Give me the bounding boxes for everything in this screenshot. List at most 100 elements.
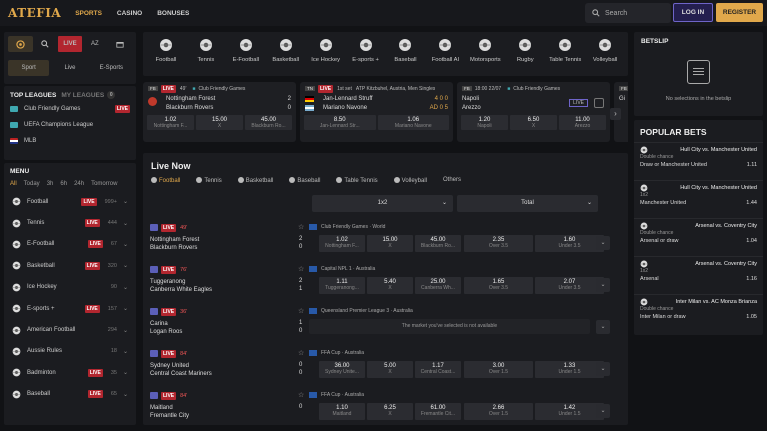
sport-bar-item[interactable]: Rugby bbox=[505, 38, 545, 76]
odd-button[interactable]: 15.00 X bbox=[196, 115, 243, 130]
quick-live-button[interactable]: LIVE bbox=[57, 36, 83, 52]
filter-3h[interactable]: 3h bbox=[47, 181, 54, 187]
top-leagues-title[interactable]: TOP LEAGUES bbox=[10, 92, 56, 99]
sport-menu-item[interactable]: E-sports + LIVE 157 ⌄ bbox=[4, 298, 136, 319]
live-filter-tab[interactable]: Volleyball bbox=[393, 177, 435, 184]
more-markets-button[interactable]: ⌄ bbox=[596, 278, 610, 292]
quick-promo-button[interactable] bbox=[107, 36, 132, 52]
odd-button[interactable]: 11.00 Arezzo bbox=[559, 115, 606, 130]
nav-sports[interactable]: SPORTS bbox=[75, 10, 102, 17]
total-odd-button[interactable]: 2.35 Over 3.5 bbox=[464, 235, 533, 252]
home-button[interactable] bbox=[8, 36, 33, 52]
popular-bet-item[interactable]: Hull City vs. Manchester United Double ch… bbox=[634, 142, 763, 180]
filter-all[interactable]: All bbox=[10, 181, 17, 187]
featured-card[interactable]: TN LIVE 1st set ATP Kitzbuhel, Austria, Men… bbox=[300, 82, 453, 142]
more-markets-button[interactable]: ⌄ bbox=[596, 404, 610, 418]
sport-bar-item[interactable]: Baseball bbox=[386, 38, 426, 76]
sport-menu-item[interactable]: Badminton LIVE 35 ⌄ bbox=[4, 362, 136, 383]
live-filter-tab[interactable]: Table Tennis bbox=[336, 177, 385, 184]
nav-casino[interactable]: CASINO bbox=[117, 10, 142, 17]
favorite-star-icon[interactable]: ☆ bbox=[298, 391, 304, 399]
live-filter-tab[interactable]: Football bbox=[151, 177, 188, 184]
odd-button[interactable]: 6.50 X bbox=[510, 115, 557, 130]
odd-button[interactable]: 1.11 Tuggeranong... bbox=[319, 277, 365, 294]
favorite-star-icon[interactable]: ☆ bbox=[298, 265, 304, 273]
sport-bar-item[interactable]: Ice Hockey bbox=[306, 38, 346, 76]
odd-button[interactable]: 1.17 Central Coast... bbox=[415, 361, 461, 378]
stats-icon[interactable] bbox=[594, 98, 604, 108]
tab-esports[interactable]: E-Sports bbox=[91, 60, 132, 76]
live-filter-tab[interactable]: Tennis bbox=[196, 177, 229, 184]
live-filter-tab[interactable]: Baseball bbox=[289, 177, 328, 184]
league-item[interactable]: UEFA Champions League bbox=[4, 117, 136, 133]
live-toggle[interactable]: LIVE bbox=[569, 99, 588, 107]
total-odd-button[interactable]: 2.07 Under 3.5 bbox=[535, 277, 604, 294]
filter-6h[interactable]: 6h bbox=[60, 181, 67, 187]
sport-bar-item[interactable]: E-sports + bbox=[346, 38, 386, 76]
site-logo[interactable]: ATEFIA bbox=[8, 6, 61, 20]
league-item[interactable]: MLB bbox=[4, 133, 136, 149]
filter-24h[interactable]: 24h bbox=[74, 181, 84, 187]
total-odd-button[interactable]: 1.33 Under 1.5 bbox=[535, 361, 604, 378]
popular-bet-item[interactable]: Arsenal vs. Coventry City 1x2 Arsenal 1.16 bbox=[634, 256, 763, 294]
sport-menu-item[interactable]: E-Football LIVE 67 ⌄ bbox=[4, 234, 136, 255]
sport-bar-item[interactable]: Basketball bbox=[266, 38, 306, 76]
favorite-star-icon[interactable]: ☆ bbox=[298, 349, 304, 357]
featured-card[interactable]: FB 18:00 22/07 ■ Club Friendly Games Napoli… bbox=[457, 82, 610, 142]
odd-button[interactable]: 45.00 Blackburn Ro... bbox=[245, 115, 292, 130]
search-input[interactable]: Search bbox=[585, 3, 671, 23]
tab-sport[interactable]: Sport bbox=[8, 60, 50, 76]
favorite-star-icon[interactable]: ☆ bbox=[298, 223, 304, 231]
popular-bet-item[interactable]: Hull City vs. Manchester United 1x2 Manche… bbox=[634, 180, 763, 218]
popular-bet-item[interactable]: Arsenal vs. Coventry City Double chance Ar… bbox=[634, 218, 763, 256]
live-filter-tab[interactable]: Others bbox=[443, 177, 469, 184]
odd-button[interactable]: 1.10 Maitland bbox=[319, 403, 365, 420]
sport-menu-item[interactable]: Basketball LIVE 320 ⌄ bbox=[4, 255, 136, 276]
market-select-1x2[interactable]: 1x2 ⌄ bbox=[312, 195, 453, 212]
my-leagues-tab[interactable]: MY LEAGUES bbox=[61, 92, 104, 99]
sport-menu-item[interactable]: Ice Hockey 90 ⌄ bbox=[4, 277, 136, 298]
filter-tomorrow[interactable]: Tomorrow bbox=[91, 181, 117, 187]
odd-button[interactable]: 1.20 Napoli bbox=[461, 115, 508, 130]
odd-button[interactable]: 6.25 X bbox=[367, 403, 413, 420]
quick-search-button[interactable] bbox=[33, 36, 58, 52]
league-item[interactable]: Club Friendly Games LIVE bbox=[4, 101, 136, 117]
sport-bar-item[interactable]: Motorsports bbox=[465, 38, 505, 76]
register-button[interactable]: REGISTER bbox=[716, 3, 763, 22]
live-filter-tab[interactable]: Basketball bbox=[237, 177, 282, 184]
total-odd-button[interactable]: 1.60 Under 3.5 bbox=[535, 235, 604, 252]
odd-button[interactable]: 15.00 X bbox=[367, 235, 413, 252]
sport-menu-item[interactable]: Baseball LIVE 65 ⌄ bbox=[4, 384, 136, 405]
nav-bonuses[interactable]: BONUSES bbox=[157, 10, 189, 17]
sport-bar-item[interactable]: E-Football bbox=[226, 38, 266, 76]
odd-button[interactable]: 45.00 Blackburn Ro... bbox=[415, 235, 461, 252]
sport-bar-item[interactable]: Football bbox=[146, 38, 186, 76]
favorite-star-icon[interactable]: ☆ bbox=[298, 307, 304, 315]
filter-today[interactable]: Today bbox=[24, 181, 40, 187]
sport-menu-item[interactable]: Tennis LIVE 444 ⌄ bbox=[4, 212, 136, 233]
cards-next-button[interactable]: › bbox=[610, 108, 621, 120]
odd-button[interactable]: 25.00 Canberra Wh... bbox=[415, 277, 461, 294]
odd-button[interactable]: 61.00 Fremantle Cit... bbox=[415, 403, 461, 420]
market-select-total[interactable]: Total ⌄ bbox=[457, 195, 598, 212]
sport-bar-item[interactable]: Tennis bbox=[186, 38, 226, 76]
sport-menu-item[interactable]: Football LIVE 999+ ⌄ bbox=[4, 191, 136, 212]
quick-az-button[interactable]: AZ bbox=[82, 36, 107, 52]
more-markets-button[interactable]: ⌄ bbox=[596, 362, 610, 376]
more-markets-button[interactable]: ⌄ bbox=[596, 236, 610, 250]
more-markets-button[interactable]: ⌄ bbox=[596, 320, 610, 334]
total-odd-button[interactable]: 1.65 Over 3.5 bbox=[464, 277, 533, 294]
odd-button[interactable]: 1.06 Mariano Navone bbox=[377, 115, 449, 130]
total-odd-button[interactable]: 1.42 Under 1.5 bbox=[535, 403, 604, 420]
odd-button[interactable]: 36.00 Sydney Unite... bbox=[319, 361, 365, 378]
sport-bar-item[interactable]: Table Tennis bbox=[545, 38, 585, 76]
odd-button[interactable]: 8.50 Jan-Lennard Str... bbox=[304, 115, 376, 130]
login-button[interactable]: LOG IN bbox=[673, 3, 713, 22]
sport-bar-item[interactable]: Football AI bbox=[425, 38, 465, 76]
odd-button[interactable]: 1.02 Nottingham F... bbox=[319, 235, 365, 252]
total-odd-button[interactable]: 3.00 Over 1.5 bbox=[464, 361, 533, 378]
odd-button[interactable]: 5.40 X bbox=[367, 277, 413, 294]
sport-menu-item[interactable]: Aussie Rules 18 ⌄ bbox=[4, 341, 136, 362]
odd-button[interactable]: 1.02 Nottingham F... bbox=[147, 115, 194, 130]
sport-menu-item[interactable]: American Football 294 ⌄ bbox=[4, 319, 136, 340]
